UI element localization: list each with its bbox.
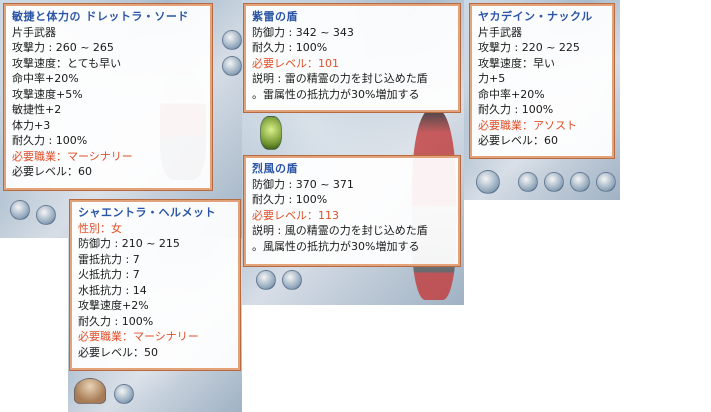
- item-name: 紫雷の盾: [252, 10, 298, 23]
- stat-line: 耐久力 : 100%: [252, 193, 328, 206]
- stat-line: 攻撃速度：早い: [478, 56, 555, 70]
- item-description: 説明 : 雷の精霊の力を封じ込めた盾: [252, 72, 428, 85]
- stat-line: 攻撃力 : 220 ~ 225: [478, 41, 580, 54]
- stat-line: 片手武器: [12, 25, 56, 39]
- stat-line: 攻撃速度+2%: [78, 299, 149, 312]
- required-job: 必要職業：マーシナリー: [78, 330, 199, 343]
- knuckle-item-icon[interactable]: [476, 170, 500, 194]
- stat-line: 火抵抗力 : 7: [78, 268, 140, 281]
- stat-line: 攻撃力 : 260 ~ 265: [12, 41, 114, 54]
- shield-item-icon[interactable]: [260, 116, 282, 150]
- stat-line: 敏捷性+2: [12, 103, 62, 116]
- required-job: 必要職業：マーシナリー: [12, 149, 133, 163]
- item-description: 。雷属性の抵抗力が30%増加する: [252, 87, 420, 101]
- item-name: シャエントラ・ヘルメット: [78, 206, 216, 219]
- item-name: 敏捷と体力の ドレットラ・ソード: [12, 10, 189, 23]
- inventory-slot-icon[interactable]: [222, 56, 242, 76]
- tooltip-wind-shield: 烈風の盾 防御力 : 370 ~ 371 耐久力 : 100% 必要レベル：11…: [243, 155, 461, 267]
- inventory-slot-icon[interactable]: [256, 270, 276, 290]
- item-name: ヤカデイン・ナックル: [478, 10, 593, 23]
- inventory-slot-icon[interactable]: [518, 172, 538, 192]
- inventory-slot-icon[interactable]: [114, 384, 134, 404]
- inventory-slot-icon[interactable]: [36, 205, 56, 225]
- required-level: 必要レベル：60: [478, 134, 558, 147]
- inventory-slot-icon[interactable]: [596, 172, 616, 192]
- inventory-slot-icon[interactable]: [282, 270, 302, 290]
- required-level: 必要レベル：113: [252, 208, 339, 222]
- required-level: 必要レベル：101: [252, 56, 339, 70]
- inventory-slot-icon[interactable]: [10, 200, 30, 220]
- stat-line: 片手武器: [478, 25, 522, 39]
- inventory-slot-icon[interactable]: [570, 172, 590, 192]
- item-description: 説明 : 風の精霊の力を封じ込めた盾: [252, 224, 428, 237]
- stat-line: 耐久力 : 100%: [12, 134, 88, 147]
- stat-line: 命中率+20%: [12, 72, 79, 85]
- inventory-slot-icon[interactable]: [544, 172, 564, 192]
- tooltip-knuckle: ヤカデイン・ナックル 片手武器 攻撃力 : 220 ~ 225 攻撃速度：早い …: [469, 3, 615, 159]
- stat-line: 攻撃速度+5%: [12, 87, 83, 101]
- stat-line: 耐久力 : 100%: [78, 314, 154, 328]
- required-sex: 性別：女: [78, 221, 122, 235]
- stat-line: 防御力 : 370 ~ 371: [252, 177, 354, 191]
- required-job: 必要職業：アソスト: [478, 118, 577, 132]
- stat-line: 水抵抗力 : 14: [78, 283, 147, 297]
- tooltip-sword: 敏捷と体力の ドレットラ・ソード 片手武器 攻撃力 : 260 ~ 265 攻撃…: [3, 3, 213, 191]
- tooltip-helmet: シャエントラ・ヘルメット 性別：女 防御力 : 210 ~ 215 雷抵抗力 :…: [69, 199, 241, 371]
- inventory-slot-icon[interactable]: [222, 30, 242, 50]
- stat-line: 雷抵抗力 : 7: [78, 252, 140, 266]
- item-name: 烈風の盾: [252, 162, 298, 175]
- required-level: 必要レベル：50: [78, 345, 158, 359]
- stat-line: 耐久力 : 100%: [252, 41, 328, 54]
- item-description: 。風属性の抵抗力が30%増加する: [252, 239, 420, 253]
- stat-line: 力+5: [478, 72, 506, 85]
- required-level: 必要レベル：60: [12, 165, 92, 178]
- stat-line: 攻撃速度：とても早い: [12, 56, 122, 70]
- stat-line: 防御力 : 210 ~ 215: [78, 237, 180, 250]
- hat-item-icon[interactable]: [74, 378, 106, 404]
- stat-line: 命中率+20%: [478, 87, 545, 101]
- stat-line: 耐久力 : 100%: [478, 103, 554, 116]
- stat-line: 防御力 : 342 ~ 343: [252, 25, 354, 39]
- tooltip-thunder-shield: 紫雷の盾 防御力 : 342 ~ 343 耐久力 : 100% 必要レベル：10…: [243, 3, 461, 113]
- stat-line: 体力+3: [12, 118, 51, 132]
